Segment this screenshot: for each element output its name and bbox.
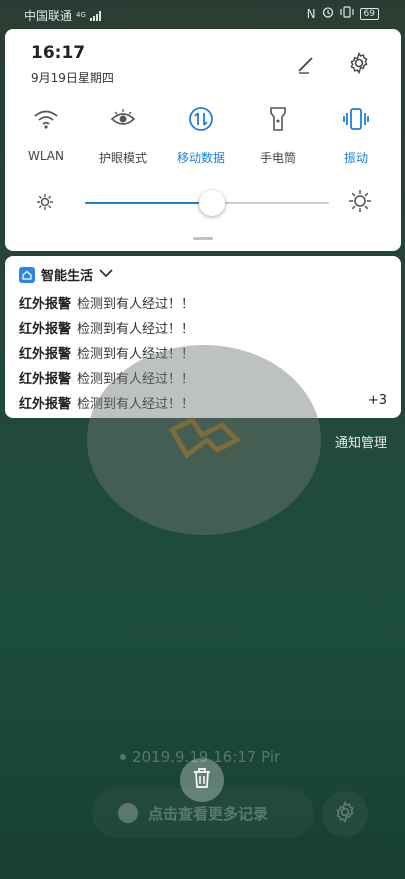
status-bar: 中国联通 4G N 69: [0, 0, 405, 28]
brightness-slider[interactable]: [85, 190, 329, 216]
tile-vibrate[interactable]: 振动: [320, 103, 392, 166]
tile-label: 护眼模式: [98, 151, 147, 165]
notification-title: 红外报警: [19, 297, 72, 312]
brightness-fill: [85, 202, 212, 204]
flashlight-icon: [242, 103, 314, 135]
brightness-thumb[interactable]: [199, 190, 225, 216]
tile-label: WLAN: [27, 149, 64, 163]
nfc-icon: N: [306, 6, 316, 21]
carrier-name: 中国联通: [24, 9, 73, 23]
brightness-high-icon: [348, 189, 372, 213]
signal-icon: [89, 10, 101, 21]
tile-label: 振动: [343, 151, 368, 165]
tile-eye-comfort[interactable]: 护眼模式: [87, 103, 159, 166]
mobile-data-icon: [165, 103, 237, 135]
record-dot: [120, 754, 126, 760]
app-settings-button[interactable]: [322, 791, 368, 837]
more-count: +3: [367, 393, 387, 408]
clock-icon: [118, 803, 138, 823]
notification-line: 红外报警 检测到有人经过！！: [19, 293, 194, 312]
tile-flashlight[interactable]: 手电筒: [242, 103, 314, 166]
tile-wlan[interactable]: WLAN: [10, 103, 82, 163]
notification-title: 红外报警: [19, 397, 72, 412]
tile-label: 手电筒: [259, 151, 296, 165]
app-name: 智能生活: [41, 269, 94, 284]
clock-date: 9月19日星期四: [31, 71, 114, 85]
notification-title: 红外报警: [19, 372, 72, 387]
notification-title: 红外报警: [19, 322, 72, 337]
smart-life-app-icon: [19, 266, 35, 283]
view-more-label: 点击查看更多记录: [148, 804, 269, 823]
wifi-icon: [10, 103, 82, 135]
notification-body: 检测到有人经过！！: [77, 322, 195, 337]
vibrate-status-icon: [339, 6, 354, 21]
notification-line: 红外报警 检测到有人经过！！: [19, 318, 194, 337]
eye-icon: [87, 103, 159, 135]
pir-sensor-icon: [162, 410, 242, 470]
brightness-low-icon: [35, 192, 55, 212]
notification-body: 检测到有人经过！！: [77, 297, 195, 312]
vibrate-icon: [320, 103, 392, 135]
trash-icon: [191, 766, 213, 794]
edit-icon[interactable]: [295, 53, 317, 75]
clock-time: 16:17: [31, 43, 86, 63]
alarm-icon: [322, 6, 334, 21]
chevron-down-icon[interactable]: [99, 267, 113, 282]
gear-icon: [333, 800, 357, 828]
notification-title: 红外报警: [19, 347, 72, 362]
notification-management-link[interactable]: 通知管理: [335, 432, 387, 451]
clear-notifications-button[interactable]: [180, 758, 224, 802]
quick-settings-panel: 16:17 9月19日星期四 WLAN 护眼模式 移动数据 手电筒 振动: [5, 29, 401, 251]
notification-header[interactable]: 智能生活: [19, 265, 113, 284]
panel-drag-handle[interactable]: [193, 237, 213, 240]
tile-label: 移动数据: [176, 151, 225, 165]
battery-level: 69: [363, 8, 375, 19]
settings-icon[interactable]: [347, 51, 371, 75]
tile-mobile-data[interactable]: 移动数据: [165, 103, 237, 166]
network-type: 4G: [76, 11, 86, 19]
battery-icon: 69: [359, 7, 379, 20]
